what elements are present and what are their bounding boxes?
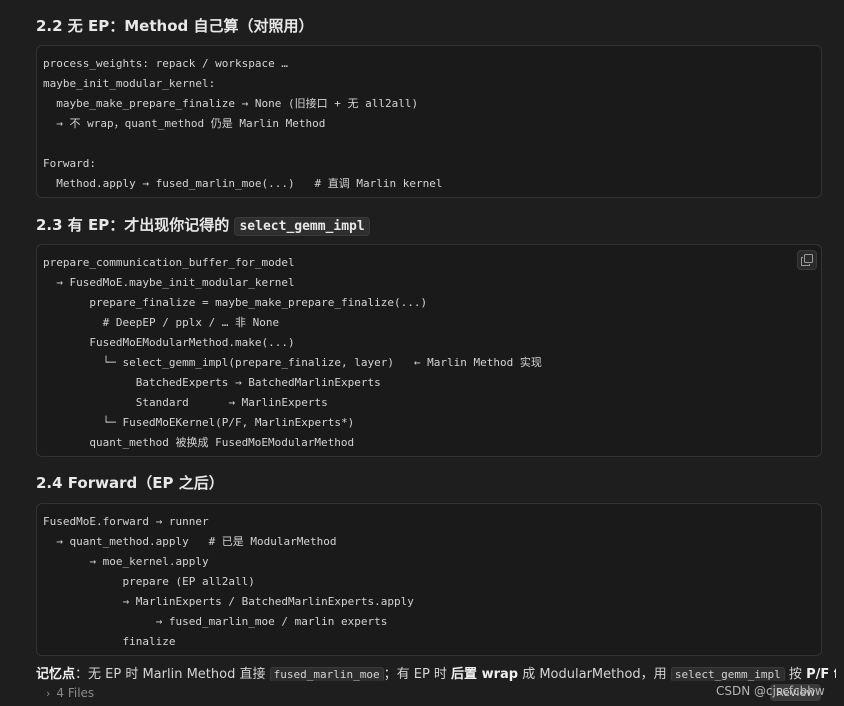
memory-note: 记忆点：无 EP 时 Marlin Method 直接 fused_marlin… xyxy=(36,665,836,681)
copy-icon xyxy=(801,254,813,266)
section-heading-2-2: 2.2 无 EP：Method 自己算（对照用） xyxy=(36,17,314,35)
files-label: 4 Files xyxy=(56,686,95,700)
section-heading-2-3: 2.3 有 EP：才出现你记得的 select_gemm_impl xyxy=(36,215,370,237)
section-heading-2-4: 2.4 Forward（EP 之后） xyxy=(36,474,224,492)
note-bold: P/F format xyxy=(806,667,836,681)
code-block-forward: FusedMoE.forward → runner → quant_method… xyxy=(36,503,822,656)
code-block-no-ep: process_weights: repack / workspace … ma… xyxy=(36,45,822,198)
heading-text: 2.3 有 EP：才出现你记得的 xyxy=(36,216,235,234)
note-text: ：无 EP 时 Marlin Method 直接 xyxy=(75,667,270,681)
code-content: prepare_communication_buffer_for_model →… xyxy=(43,256,542,449)
note-code: fused_marlin_moe xyxy=(269,667,384,681)
watermark: CSDN @cjscfcbhw xyxy=(716,684,825,698)
files-toggle[interactable]: › 4 Files xyxy=(46,685,94,702)
code-content: process_weights: repack / workspace … ma… xyxy=(43,57,443,190)
note-bold: 后置 wrap xyxy=(451,667,519,681)
code-content: FusedMoE.forward → runner → quant_method… xyxy=(43,515,414,648)
note-text: ；有 EP 时 xyxy=(383,667,452,681)
chevron-right-icon: › xyxy=(46,687,51,700)
note-code: select_gemm_impl xyxy=(670,667,785,681)
note-text: 按 xyxy=(784,667,807,681)
note-label: 记忆点 xyxy=(36,667,76,681)
copy-button[interactable] xyxy=(797,250,817,270)
code-block-with-ep: prepare_communication_buffer_for_model →… xyxy=(36,244,822,457)
inline-code: select_gemm_impl xyxy=(234,217,370,236)
note-text: 成 ModularMethod，用 xyxy=(518,667,671,681)
